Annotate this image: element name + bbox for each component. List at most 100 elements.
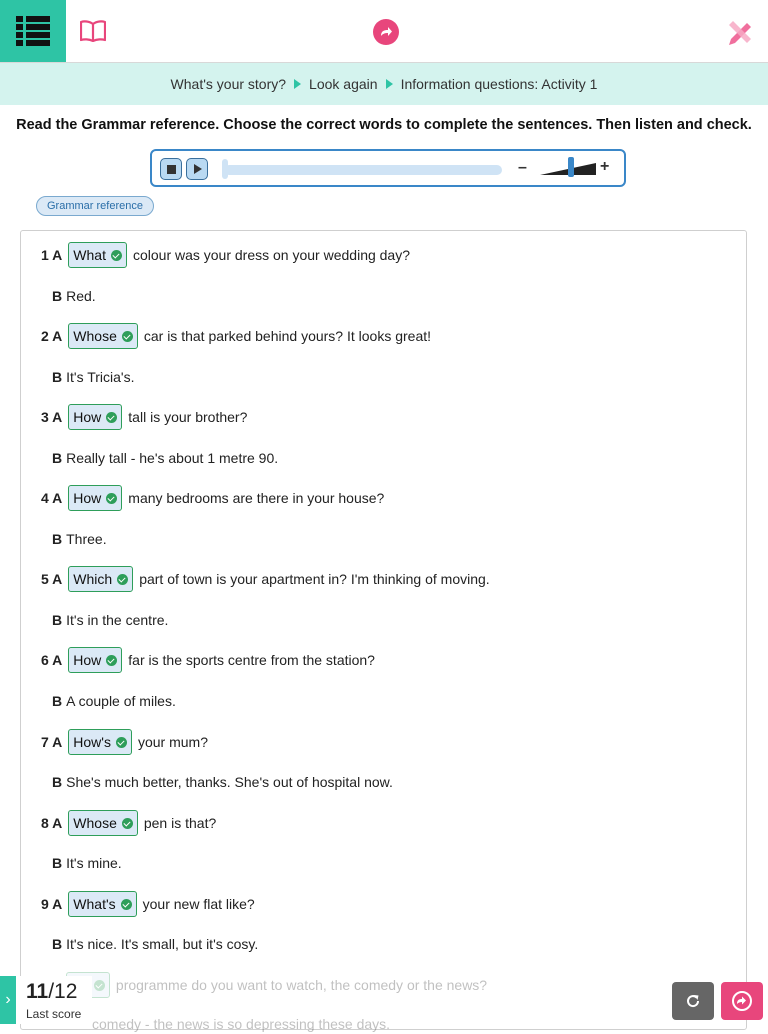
- answer-dropdown[interactable]: How: [68, 404, 123, 430]
- question-text: tall is your brother?: [128, 409, 248, 425]
- reply-text: It's Tricia's.: [66, 369, 135, 385]
- grammar-reference-button[interactable]: Grammar reference: [36, 196, 154, 216]
- question-row: 3 A How tall is your brother?: [41, 403, 247, 431]
- reply-text: Three.: [66, 531, 107, 547]
- breadcrumb-arrow-icon: [385, 79, 393, 89]
- check-icon: [121, 817, 133, 829]
- question-row: 8 A Whose pen is that?: [41, 809, 216, 837]
- speaker-label: B: [52, 288, 63, 304]
- question-row: 7 A How's your mum?: [41, 728, 208, 756]
- question-number: 9 A: [41, 896, 63, 912]
- answer-value: What: [73, 247, 106, 263]
- submit-button[interactable]: [721, 982, 763, 1020]
- answer-value: What's: [73, 896, 116, 912]
- question-row: 4 A How many bedrooms are there in your …: [41, 484, 384, 512]
- book-icon: [80, 20, 106, 42]
- answer-dropdown[interactable]: What: [68, 242, 127, 268]
- share-button[interactable]: [373, 19, 399, 45]
- stop-button[interactable]: [160, 158, 182, 180]
- answer-dropdown[interactable]: Whose: [68, 323, 138, 349]
- check-icon: [121, 330, 133, 342]
- volume-plus[interactable]: +: [600, 158, 609, 176]
- question-row: 5 A Which part of town is your apartment…: [41, 565, 490, 593]
- reset-button[interactable]: [672, 982, 714, 1020]
- question-text: pen is that?: [143, 815, 217, 831]
- reply-row: B Three.: [52, 529, 107, 549]
- audio-progress-handle[interactable]: [222, 159, 228, 179]
- question-number: 2 A: [41, 328, 63, 344]
- play-icon: [194, 164, 202, 174]
- score-number: 11: [26, 980, 49, 1003]
- score-panel: › 11/12 Last score: [0, 976, 92, 1024]
- answer-dropdown[interactable]: How: [68, 647, 123, 673]
- score-label: Last score: [26, 1007, 82, 1021]
- answer-value: How's: [73, 734, 111, 750]
- question-text: your new flat like?: [142, 896, 255, 912]
- answer-dropdown[interactable]: How's: [68, 729, 132, 755]
- speaker-label: B: [52, 936, 63, 952]
- list-menu-icon: [16, 16, 50, 46]
- question-text: programme do you want to watch, the come…: [115, 977, 488, 993]
- speaker-label: B: [52, 774, 63, 790]
- answer-dropdown[interactable]: Which: [68, 566, 134, 592]
- score-value: 11/12: [26, 980, 77, 1004]
- answer-value: Whose: [73, 328, 117, 344]
- breadcrumb-item-unit[interactable]: What's your story?: [171, 76, 287, 92]
- question-number: 1 A: [41, 247, 63, 263]
- instruction-text: Read the Grammar reference. Choose the c…: [16, 117, 752, 133]
- play-button[interactable]: [186, 158, 208, 180]
- check-icon: [106, 654, 118, 666]
- reply-text: Really tall - he's about 1 metre 90.: [66, 450, 279, 466]
- reply-row: B It's in the centre.: [52, 610, 168, 630]
- breadcrumb-item-section[interactable]: Look again: [309, 76, 378, 92]
- check-icon: [115, 736, 127, 748]
- reply-row: B She's much better, thanks. She's out o…: [52, 772, 393, 792]
- check-icon: [120, 898, 132, 910]
- top-bar: [0, 0, 768, 63]
- reply-text: A couple of miles.: [66, 693, 176, 709]
- question-row: 2 A Whose car is that parked behind your…: [41, 322, 431, 350]
- reply-text: It's mine.: [66, 855, 122, 871]
- reply-row: B A couple of miles.: [52, 691, 176, 711]
- book-button[interactable]: [74, 14, 112, 48]
- speaker-label: B: [52, 612, 63, 628]
- question-row: 6 A How far is the sports centre from th…: [41, 646, 375, 674]
- reply-text: comedy - the news is so depressing these…: [92, 1016, 391, 1032]
- menu-button[interactable]: [0, 0, 66, 62]
- answer-dropdown[interactable]: What's: [68, 891, 137, 917]
- question-number: 8 A: [41, 815, 63, 831]
- check-icon: [117, 573, 129, 585]
- tools-button[interactable]: [724, 16, 756, 48]
- question-number: 6 A: [41, 652, 63, 668]
- reply-row: B It's Tricia's.: [52, 367, 134, 387]
- chevron-right-icon[interactable]: ›: [0, 976, 16, 1024]
- reply-text: Red.: [66, 288, 96, 304]
- refresh-icon: [687, 995, 700, 1008]
- answer-value: Which: [73, 571, 113, 587]
- audio-progress-track[interactable]: [224, 165, 502, 175]
- answer-value: How: [73, 652, 102, 668]
- speaker-label: B: [52, 531, 63, 547]
- breadcrumb-item-activity: Information questions: Activity 1: [400, 76, 598, 92]
- volume-minus[interactable]: –: [518, 159, 527, 177]
- question-text: your mum?: [137, 734, 208, 750]
- speaker-label: B: [52, 693, 63, 709]
- reply-text: She's much better, thanks. She's out of …: [66, 774, 393, 790]
- question-text: part of town is your apartment in? I'm t…: [139, 571, 490, 587]
- check-icon: [106, 411, 118, 423]
- audio-player: – +: [150, 149, 626, 187]
- check-icon: [110, 249, 122, 261]
- answer-dropdown[interactable]: Whose: [68, 810, 138, 836]
- question-text: far is the sports centre from the statio…: [128, 652, 375, 668]
- score-total: /12: [48, 980, 78, 1003]
- volume-handle[interactable]: [568, 157, 574, 177]
- speaker-label: B: [52, 369, 63, 385]
- question-number: 3 A: [41, 409, 63, 425]
- reply-text: It's in the centre.: [66, 612, 169, 628]
- answer-value: How: [73, 409, 102, 425]
- share-arrow-icon: [381, 27, 392, 36]
- question-number: 4 A: [41, 490, 63, 506]
- question-number: 7 A: [41, 734, 63, 750]
- speaker-label: B: [52, 855, 63, 871]
- answer-dropdown[interactable]: How: [68, 485, 123, 511]
